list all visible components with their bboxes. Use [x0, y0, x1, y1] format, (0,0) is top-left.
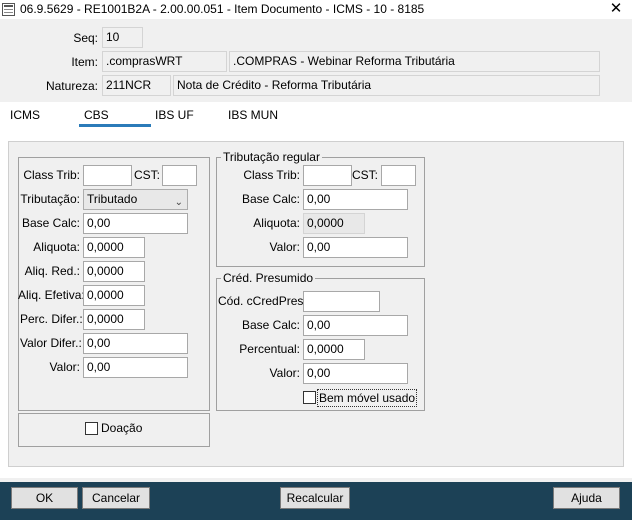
- regular-valor-input[interactable]: 0,00: [303, 237, 408, 258]
- aliq-red-input[interactable]: 0,0000: [83, 261, 145, 282]
- regular-cst-input[interactable]: [381, 165, 416, 186]
- perc-difer-input[interactable]: 0,0000: [83, 309, 145, 330]
- valor-input[interactable]: 0,00: [83, 357, 188, 378]
- tributacao-regular-legend: Tributação regular: [221, 150, 322, 164]
- aliq-red-label: Aliq. Red.:: [24, 264, 80, 278]
- cred-presumido-legend: Créd. Presumido: [221, 271, 316, 285]
- perc-difer-label: Perc. Difer.:: [20, 312, 83, 326]
- tributacao-select[interactable]: Tributado ⌄: [83, 189, 188, 210]
- percentual-input[interactable]: 0,0000: [303, 339, 365, 360]
- tab-icms[interactable]: ICMS: [10, 106, 40, 124]
- regular-aliquota-label: Aliquota:: [253, 216, 300, 230]
- cst-input[interactable]: [162, 165, 197, 186]
- doacao-label: Doação: [101, 421, 143, 435]
- app-icon: [2, 3, 15, 16]
- regular-class-trib-input[interactable]: [303, 165, 352, 186]
- aliquota-label: Aliquota:: [33, 240, 80, 254]
- cst-label: CST:: [134, 168, 161, 182]
- regular-valor-label: Valor:: [269, 240, 300, 254]
- tab-ibs-mun[interactable]: IBS MUN: [228, 106, 278, 124]
- bem-movel-label: Bem móvel usado: [317, 389, 418, 407]
- class-trib-label: Class Trib:: [23, 168, 80, 182]
- valor-difer-input[interactable]: 0,00: [83, 333, 188, 354]
- regular-class-trib-label: Class Trib:: [243, 168, 300, 182]
- presumido-base-calc-label: Base Calc:: [241, 318, 300, 332]
- item-label: Item:: [71, 55, 98, 69]
- tributacao-label: Tributação:: [20, 192, 80, 206]
- presumido-base-calc-input[interactable]: 0,00: [303, 315, 408, 336]
- base-calc-label: Base Calc:: [21, 216, 80, 230]
- window-title: 06.9.5629 - RE1001B2A - 2.00.00.051 - It…: [20, 2, 425, 16]
- valor-difer-label: Valor Difer.:: [20, 336, 82, 350]
- item-description-field[interactable]: .COMPRAS - Webinar Reforma Tributária: [229, 51, 600, 72]
- presumido-valor-input[interactable]: 0,00: [303, 363, 408, 384]
- class-trib-input[interactable]: [83, 165, 132, 186]
- regular-cst-label: CST:: [352, 168, 379, 182]
- recalcular-button[interactable]: Recalcular: [280, 487, 350, 509]
- seq-label: Seq:: [73, 31, 98, 45]
- regular-aliquota-field: 0,0000: [303, 213, 365, 234]
- regular-base-calc-input[interactable]: 0,00: [303, 189, 408, 210]
- tab-cbs[interactable]: CBS: [84, 106, 109, 124]
- natureza-code-field[interactable]: 211NCR: [102, 75, 171, 96]
- ok-button[interactable]: OK: [11, 487, 78, 509]
- natureza-description-field[interactable]: Nota de Crédito - Reforma Tributária: [173, 75, 600, 96]
- ccredpres-label: Cód. cCredPres:: [218, 294, 307, 308]
- chevron-down-icon: ⌄: [174, 197, 183, 208]
- percentual-label: Percentual:: [239, 342, 300, 356]
- tab-ibs-uf[interactable]: IBS UF: [155, 106, 194, 124]
- cancelar-button[interactable]: Cancelar: [82, 487, 150, 509]
- close-icon[interactable]: ✕: [606, 0, 626, 19]
- item-code-field[interactable]: .comprasWRT: [102, 51, 227, 72]
- ccredpres-input[interactable]: [303, 291, 380, 312]
- regular-base-calc-label: Base Calc:: [241, 192, 300, 206]
- seq-field[interactable]: 10: [102, 27, 143, 48]
- doacao-checkbox[interactable]: [85, 422, 98, 435]
- valor-label: Valor:: [49, 360, 80, 374]
- presumido-valor-label: Valor:: [269, 366, 300, 380]
- aliq-efetiva-label: Aliq. Efetiva:: [18, 288, 85, 302]
- tributacao-selected-value: Tributado: [87, 192, 138, 206]
- bem-movel-checkbox[interactable]: [303, 391, 316, 404]
- ajuda-button[interactable]: Ajuda: [553, 487, 620, 509]
- aliq-efetiva-input[interactable]: 0,0000: [83, 285, 145, 306]
- active-tab-indicator: [79, 124, 151, 127]
- natureza-label: Natureza:: [45, 79, 98, 93]
- base-calc-input[interactable]: 0,00: [83, 213, 188, 234]
- aliquota-input[interactable]: 0,0000: [83, 237, 145, 258]
